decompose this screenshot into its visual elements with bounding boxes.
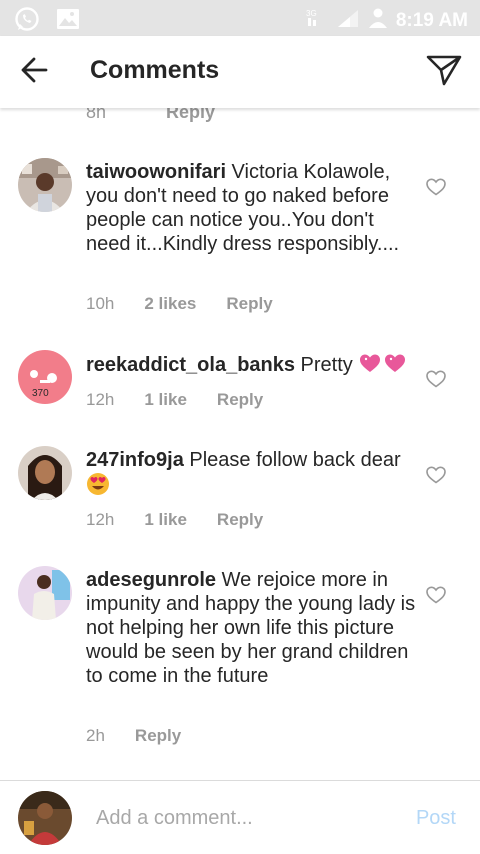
heart-icon: [426, 178, 446, 200]
back-button[interactable]: [14, 52, 54, 92]
heart-icon: [426, 466, 446, 488]
two-hearts-emoji: [358, 352, 408, 380]
arrow-left-icon: [20, 57, 48, 88]
user-icon: [368, 7, 388, 34]
comment-composer: Post: [0, 781, 480, 854]
avatar[interactable]: [18, 446, 72, 500]
clock: 8:19 AM: [395, 9, 468, 31]
comment-body: reekaddict_ola_banks Pretty: [86, 352, 416, 380]
likes-count[interactable]: 1 like: [144, 510, 187, 530]
comment-time: 12h: [86, 510, 115, 529]
comment-username[interactable]: adesegunrole: [86, 569, 216, 591]
comment-body: 247info9ja Please follow back dear: [86, 448, 416, 502]
page-title: Comments: [90, 56, 220, 84]
like-button[interactable]: [426, 586, 448, 606]
comment-text: Please follow back dear: [183, 449, 401, 471]
heart-icon: [426, 586, 446, 608]
image-icon: [56, 8, 80, 35]
share-button[interactable]: [424, 52, 464, 92]
avatar[interactable]: [18, 158, 72, 212]
post-button[interactable]: Post: [416, 807, 456, 830]
comment-username[interactable]: 247info9ja: [86, 449, 184, 471]
whatsapp-icon: [14, 6, 40, 37]
paper-plane-icon: [426, 54, 462, 91]
comment-username[interactable]: taiwoowonifari: [86, 161, 226, 183]
status-bar: 3G 8:19 AM: [0, 0, 480, 36]
comment-username[interactable]: reekaddict_ola_banks: [86, 354, 295, 376]
comment-input[interactable]: [96, 803, 386, 833]
comment-time: 10h: [86, 294, 115, 313]
likes-count[interactable]: 1 like: [144, 390, 187, 410]
like-button[interactable]: [426, 178, 448, 198]
reply-button[interactable]: Reply: [135, 726, 181, 746]
reply-button[interactable]: Reply: [166, 108, 215, 123]
likes-count[interactable]: 2 likes: [144, 294, 196, 314]
svg-text:370: 370: [32, 388, 49, 399]
app-bar: Comments: [0, 36, 480, 108]
comment-time: 8h: [86, 108, 107, 122]
heart-eyes-emoji: [86, 472, 110, 502]
avatar[interactable]: 370: [18, 350, 72, 404]
comment-time: 12h: [86, 390, 115, 409]
like-button[interactable]: [426, 466, 448, 486]
reply-button[interactable]: Reply: [226, 294, 272, 314]
like-button[interactable]: [426, 370, 448, 390]
comment-time: 2h: [86, 726, 105, 745]
partial-comment: 8h Reply: [18, 108, 458, 130]
heart-icon: [426, 370, 446, 392]
avatar: [18, 791, 72, 845]
comment-body: adesegunrole We rejoice more in impunity…: [86, 568, 416, 688]
comments-list: 8h Reply taiwoowonifari Victoria Kolawol…: [0, 108, 480, 780]
reply-button[interactable]: Reply: [217, 510, 263, 530]
avatar[interactable]: [18, 566, 72, 620]
comment-body: taiwoowonifari Victoria Kolawole, you do…: [86, 160, 416, 256]
svg-text:3G: 3G: [306, 9, 317, 18]
network-3g-icon: 3G: [306, 8, 328, 33]
reply-button[interactable]: Reply: [217, 390, 263, 410]
comment-text: Pretty: [295, 354, 359, 376]
signal-icon: [336, 8, 360, 33]
